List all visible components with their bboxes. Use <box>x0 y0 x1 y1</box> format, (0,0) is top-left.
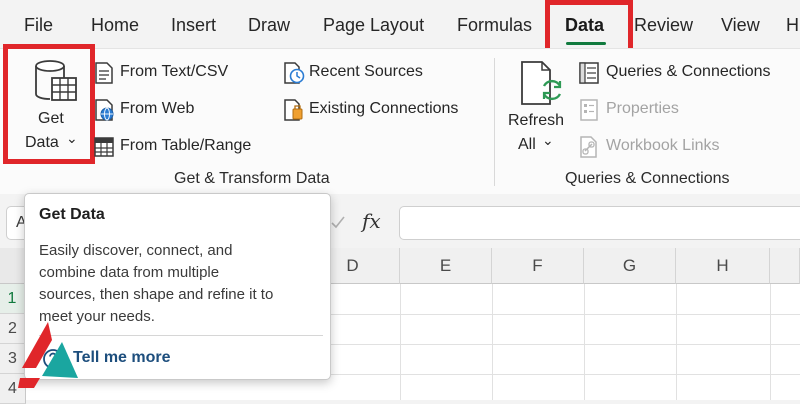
get-transform-group-label: Get & Transform Data <box>174 170 330 187</box>
tooltip-text-line: sources, then shape and refine it to <box>39 286 274 303</box>
properties-button[interactable]: Properties <box>579 97 699 123</box>
recent-sources-icon <box>284 62 305 84</box>
row-header-1[interactable]: 1 <box>0 284 26 314</box>
grid-line <box>770 284 771 400</box>
refresh-all-button[interactable]: Refresh All ⌄ <box>504 56 570 160</box>
tab-file[interactable]: File <box>24 15 53 36</box>
existing-connections-icon <box>284 99 303 121</box>
web-icon <box>95 99 114 121</box>
column-header-g[interactable]: G <box>584 248 676 284</box>
ribbon-group-divider <box>494 58 495 186</box>
recent-sources-label: Recent Sources <box>309 63 423 80</box>
queries-connections-button[interactable]: Queries & Connections <box>579 60 794 86</box>
existing-connections-label: Existing Connections <box>309 100 459 117</box>
tab-draw[interactable]: Draw <box>248 15 290 36</box>
queries-group-label: Queries & Connections <box>565 170 730 187</box>
column-header-e[interactable]: E <box>400 248 492 284</box>
tab-home[interactable]: Home <box>91 15 139 36</box>
grid-line <box>400 284 401 400</box>
grid-line <box>584 284 585 400</box>
tab-page-layout[interactable]: Page Layout <box>323 15 424 36</box>
watermark-logo <box>18 322 78 388</box>
grid-line <box>676 284 677 400</box>
workbook-links-label: Workbook Links <box>606 137 720 154</box>
workbook-links-icon <box>580 136 597 158</box>
tab-formulas[interactable]: Formulas <box>457 15 532 36</box>
tooltip-text-line: combine data from multiple <box>39 264 220 281</box>
properties-label: Properties <box>606 100 679 117</box>
menu-bar: File Home Insert Draw Page Layout Formul… <box>0 0 800 48</box>
refresh-icon <box>521 61 562 105</box>
text-file-icon <box>95 62 113 84</box>
tell-me-more-link[interactable]: Tell me more <box>73 349 171 367</box>
get-data-highlight <box>3 44 95 164</box>
chevron-down-icon: ⌄ <box>542 132 554 148</box>
from-web-label: From Web <box>120 100 195 117</box>
from-web-button[interactable]: From Web <box>94 97 224 123</box>
queries-connections-icon <box>579 62 599 84</box>
table-icon <box>94 137 114 157</box>
tab-view[interactable]: View <box>721 15 760 36</box>
tab-more[interactable]: H <box>786 15 799 36</box>
insert-function-button[interactable]: fx <box>362 209 381 233</box>
formula-input[interactable] <box>399 206 800 240</box>
recent-sources-button[interactable]: Recent Sources <box>283 60 433 86</box>
properties-icon <box>580 99 598 121</box>
tab-insert[interactable]: Insert <box>171 15 216 36</box>
check-icon[interactable] <box>330 214 346 230</box>
from-table-range-button[interactable]: From Table/Range <box>94 134 264 160</box>
grid-line <box>492 284 493 400</box>
refresh-all-label-line2: All <box>518 136 536 153</box>
column-header-next <box>770 248 800 284</box>
workbook-links-button[interactable]: Workbook Links <box>579 134 739 160</box>
existing-connections-button[interactable]: Existing Connections <box>283 97 478 123</box>
column-header-f[interactable]: F <box>492 248 584 284</box>
tab-review[interactable]: Review <box>634 15 693 36</box>
column-header-h[interactable]: H <box>676 248 770 284</box>
from-table-range-label: From Table/Range <box>120 137 252 154</box>
from-text-csv-label: From Text/CSV <box>120 63 229 80</box>
from-text-csv-button[interactable]: From Text/CSV <box>94 60 244 86</box>
select-all-corner[interactable] <box>0 248 26 284</box>
refresh-all-label-line1: Refresh <box>508 112 565 129</box>
queries-connections-label: Queries & Connections <box>606 63 771 80</box>
tooltip-title: Get Data <box>39 206 105 223</box>
tooltip-text-line: Easily discover, connect, and <box>39 242 233 259</box>
